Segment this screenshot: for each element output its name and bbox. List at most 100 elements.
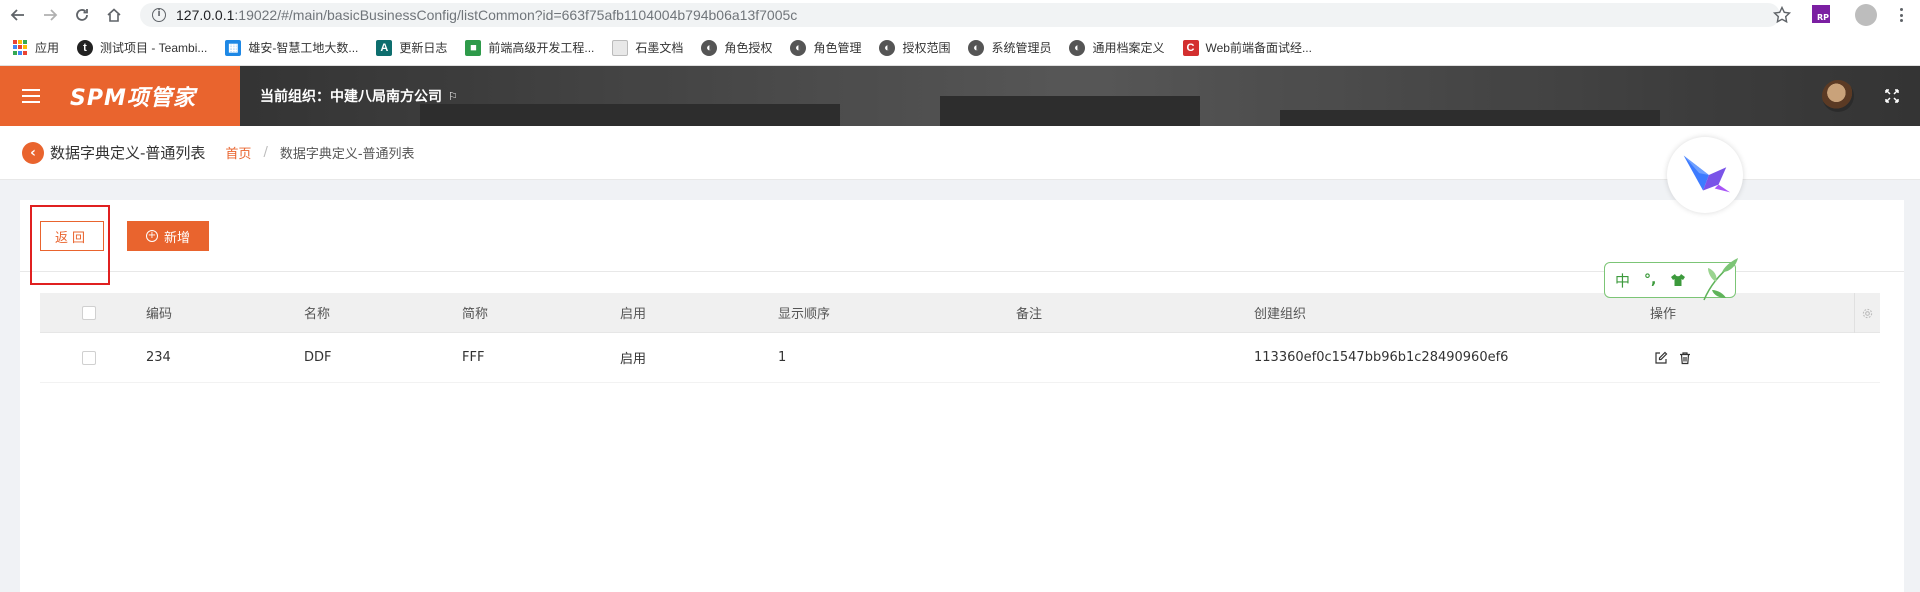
app-logo: SPM项管家 bbox=[70, 86, 196, 111]
ime-skin-shirt-icon[interactable] bbox=[1670, 273, 1686, 287]
current-org-label: 当前组织：中建八局南方公司 bbox=[260, 89, 442, 105]
column-header-actions: 操作 bbox=[1650, 307, 1677, 322]
data-table: 编码 名称 简称 启用 显示顺序 备注 创建组织 操作 234 DDF FFF … bbox=[40, 293, 1880, 383]
bookmark-label: 角色管理 bbox=[813, 41, 862, 55]
rp-extension-icon[interactable]: RP bbox=[1812, 5, 1830, 23]
bookmark-label: 测试项目 - Teambi... bbox=[100, 41, 208, 55]
breadcrumb-separator: / bbox=[263, 145, 268, 160]
bookmark-label: 角色授权 bbox=[724, 41, 773, 55]
url-path: :19022/#/main/basicBusinessConfig/listCo… bbox=[234, 7, 798, 23]
bookmark-item[interactable]: ■ 前端高级开发工程... bbox=[465, 39, 594, 56]
current-org[interactable]: 当前组织：中建八局南方公司 ⚐ bbox=[260, 86, 458, 106]
main-card: 返回 + 新增 编码 名称 简称 启用 显示顺序 备注 创建组织 操作 234 … bbox=[20, 200, 1904, 592]
bookmark-label: 系统管理员 bbox=[991, 41, 1052, 55]
bookmark-item[interactable]: t 测试项目 - Teambi... bbox=[77, 39, 207, 56]
back-arrow-icon[interactable] bbox=[4, 1, 32, 29]
bookmark-item[interactable]: ◐ 授权范围 bbox=[879, 39, 950, 56]
column-settings-gear-icon[interactable] bbox=[1854, 293, 1880, 333]
bookmark-label: 通用档案定义 bbox=[1092, 41, 1165, 55]
add-button[interactable]: + 新增 bbox=[127, 221, 209, 251]
row-checkbox[interactable] bbox=[82, 350, 96, 365]
highlight-box bbox=[30, 205, 110, 285]
bookmark-label: 授权范围 bbox=[902, 41, 951, 55]
app-header: SPM项管家 当前组织：中建八局南方公司 ⚐ bbox=[0, 66, 1920, 126]
info-icon[interactable]: i bbox=[152, 8, 166, 22]
hamburger-menu-icon[interactable] bbox=[22, 89, 40, 103]
column-header-name[interactable]: 名称 bbox=[304, 303, 330, 322]
reload-icon[interactable] bbox=[68, 1, 96, 29]
bookmark-green-icon: ■ bbox=[465, 39, 482, 56]
breadcrumb-home-link[interactable]: 首页 bbox=[225, 143, 251, 162]
bookmark-label: 更新日志 bbox=[399, 41, 448, 55]
bookmark-label: Web前端备面试经... bbox=[1205, 41, 1312, 55]
forward-arrow-icon[interactable] bbox=[36, 1, 64, 29]
sheet-icon bbox=[612, 39, 629, 56]
column-header-code[interactable]: 编码 bbox=[146, 303, 172, 322]
select-all-checkbox[interactable] bbox=[82, 305, 96, 320]
bookmark-a-icon: A bbox=[376, 39, 393, 56]
cell-order: 1 bbox=[778, 350, 787, 365]
menu-dots-icon[interactable] bbox=[1893, 6, 1909, 24]
bookmark-star-icon[interactable] bbox=[1772, 5, 1792, 25]
url-text: 127.0.0.1:19022/#/main/basicBusinessConf… bbox=[176, 7, 797, 23]
header-background-image bbox=[240, 66, 1920, 126]
bookmark-item[interactable]: A 更新日志 bbox=[376, 39, 447, 56]
bookmark-c-icon: C bbox=[1182, 39, 1199, 56]
table-row[interactable]: 234 DDF FFF 启用 1 113360ef0c1547bb96b1c28… bbox=[40, 333, 1880, 383]
globe-icon: ◐ bbox=[701, 39, 718, 56]
ime-language-toggle[interactable]: 中 bbox=[1615, 270, 1630, 291]
flag-icon[interactable]: ⚐ bbox=[448, 90, 458, 103]
cell-name: DDF bbox=[304, 350, 332, 365]
logo-block: SPM项管家 bbox=[0, 66, 240, 126]
globe-icon: ◐ bbox=[879, 39, 896, 56]
bookmark-label: 雄安-智慧工地大数... bbox=[248, 41, 359, 55]
breadcrumb: ‹ 数据字典定义-普通列表 首页 / 数据字典定义-普通列表 bbox=[0, 126, 1920, 180]
table-header: 编码 名称 简称 启用 显示顺序 备注 创建组织 操作 bbox=[40, 293, 1880, 333]
edit-icon[interactable] bbox=[1654, 351, 1668, 365]
bookmark-blue-icon: ▦ bbox=[225, 39, 242, 56]
ime-leaf-decoration-icon bbox=[1703, 258, 1738, 301]
bookmark-item[interactable]: ◐ 通用档案定义 bbox=[1069, 39, 1165, 56]
bookmark-label: 石墨文档 bbox=[635, 41, 684, 55]
globe-icon: ◐ bbox=[790, 39, 807, 56]
cell-org: 113360ef0c1547bb96b1c28490960ef6 bbox=[1254, 350, 1509, 365]
column-header-org[interactable]: 创建组织 bbox=[1254, 303, 1306, 322]
column-header-short[interactable]: 简称 bbox=[462, 303, 488, 322]
column-header-remark[interactable]: 备注 bbox=[1016, 303, 1042, 322]
apps-icon bbox=[12, 39, 28, 56]
globe-icon: ◐ bbox=[968, 39, 985, 56]
url-host: 127.0.0.1 bbox=[176, 7, 235, 23]
cell-short: FFF bbox=[462, 350, 485, 365]
profile-icon[interactable] bbox=[1855, 4, 1877, 26]
bookmark-item[interactable]: ▦ 雄安-智慧工地大数... bbox=[225, 39, 358, 56]
row-actions bbox=[1654, 351, 1692, 365]
bookmark-label: 前端高级开发工程... bbox=[488, 41, 595, 55]
cell-code: 234 bbox=[146, 350, 171, 365]
column-header-order[interactable]: 显示顺序 bbox=[778, 303, 830, 322]
bookmark-item[interactable]: 石墨文档 bbox=[612, 39, 683, 56]
bookmark-label: 应用 bbox=[35, 41, 60, 55]
bookmarks-bar: 应用 t 测试项目 - Teambi... ▦ 雄安-智慧工地大数... A 更新日志 ■ 前端… bbox=[0, 30, 1920, 66]
hummingbird-widget-icon[interactable] bbox=[1667, 137, 1743, 213]
bookmark-item[interactable]: C Web前端备面试经... bbox=[1182, 39, 1312, 56]
page-title: 数据字典定义-普通列表 bbox=[50, 144, 206, 162]
ime-punctuation-toggle[interactable]: °, bbox=[1644, 272, 1656, 288]
bookmark-item[interactable]: ◐ 系统管理员 bbox=[968, 39, 1051, 56]
cell-enabled: 启用 bbox=[620, 352, 647, 367]
bookmark-item[interactable]: ◐ 角色授权 bbox=[701, 39, 772, 56]
bookmark-item[interactable]: 应用 bbox=[12, 39, 59, 56]
add-button-label: 新增 bbox=[163, 230, 190, 246]
delete-trash-icon[interactable] bbox=[1678, 351, 1692, 365]
breadcrumb-current: 数据字典定义-普通列表 bbox=[279, 147, 415, 162]
fullscreen-icon[interactable] bbox=[1884, 88, 1900, 104]
browser-address-bar: i 127.0.0.1:19022/#/main/basicBusinessCo… bbox=[0, 0, 1920, 30]
back-chevron-icon[interactable]: ‹ bbox=[22, 141, 44, 164]
teambition-icon: t bbox=[77, 39, 94, 56]
avatar[interactable] bbox=[1822, 80, 1854, 112]
column-header-enabled[interactable]: 启用 bbox=[620, 303, 646, 322]
home-icon[interactable] bbox=[100, 1, 128, 29]
bookmark-item[interactable]: ◐ 角色管理 bbox=[790, 39, 861, 56]
url-field[interactable]: i 127.0.0.1:19022/#/main/basicBusinessCo… bbox=[140, 3, 1780, 27]
globe-icon: ◐ bbox=[1069, 39, 1086, 56]
plus-circle-icon: + bbox=[145, 230, 158, 242]
